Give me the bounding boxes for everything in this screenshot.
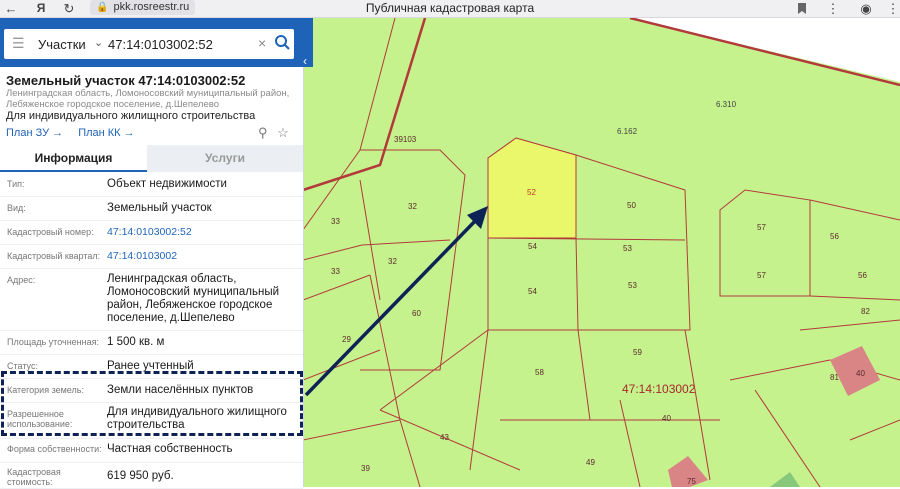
collapse-panel-icon[interactable]: ‹ [303,54,307,68]
field-value: Ленинградская область, Ломоносовский мун… [107,273,280,324]
row-ownership: Форма собственности: Частная собственнос… [0,438,303,463]
field-label: Статус: [7,361,38,371]
field-value: Частная собственность [107,443,233,455]
field-value: Объект недвижимости [107,178,227,190]
star-icon[interactable]: ☆ [277,125,289,140]
highlight-box [1,371,303,436]
parcel-label: 82 [861,307,870,316]
parcel-label: 75 [687,477,696,486]
row-cadnum: Кадастровый номер: 47:14:0103002:52 [0,220,303,245]
plan-kk-link[interactable]: План КК → [78,127,134,139]
parcel-label: 57 [757,271,766,280]
parcel-label: 59 [633,348,642,357]
tabs: Информация Услуги [0,145,303,172]
row-type: Тип: Объект недвижимости [0,172,303,197]
search-type-select[interactable]: Участки [38,37,86,52]
address-bar[interactable]: 🔒 pkk.rosreestr.ru [90,0,196,15]
row-cost: Кадастровая стоимость: 619 950 руб. [0,462,303,489]
parcel-label: 39103 [394,135,417,144]
search-icon[interactable] [274,34,290,52]
search-bar: ☰ Участки ⌄ 47:14:0103002:52 × ‹ [0,18,313,68]
quarter-label: 47:14:103002 [622,382,696,396]
reload-icon[interactable]: ↻ [60,0,78,17]
more-icon-2[interactable]: ⋮ [884,0,900,17]
zone-label: 6.162 [617,127,638,136]
field-label: Вид: [7,203,26,213]
parcel-label: 29 [342,335,351,344]
parcel-title: Земельный участок 47:14:0103002:52 [6,73,246,88]
field-label: Кадастровая стоимость: [7,467,61,487]
url-text: pkk.rosreestr.ru [113,1,190,13]
parcel-label: 58 [535,368,544,377]
parcel-label: 49 [586,458,595,467]
chevron-down-icon[interactable]: ⌄ [94,36,103,49]
more-icon[interactable]: ⋮ [824,0,842,17]
parcel-region: Ленинградская область, Ломоносовский мун… [6,88,290,110]
plan-zu-link[interactable]: План ЗУ → [6,127,63,139]
parcel-label: 56 [830,232,839,241]
parcel-label: 56 [858,271,867,280]
parcel-label: 52 [527,188,536,197]
lock-icon: 🔒 [96,2,109,13]
parcel-label: 43 [440,433,449,442]
field-label: Кадастровый квартал: [7,251,101,261]
field-value: 619 950 руб. [107,470,174,482]
parcel-label: 57 [757,223,766,232]
parcel-label: 40 [662,414,671,423]
parcel-label: 53 [623,244,632,253]
parcel-actions: ⚲ ☆ [258,125,289,141]
parcel-label: 60 [412,309,421,318]
row-area: Площадь уточненная: 1 500 кв. м [0,330,303,355]
parcel-label: 32 [408,202,417,211]
parcel-label: 81 [830,373,839,382]
bookmark-icon[interactable] [797,2,807,15]
parcel-label: 50 [627,201,636,210]
menu-icon[interactable]: ☰ [12,35,25,52]
field-label: Форма собственности: [7,444,102,454]
cadastral-map[interactable]: 52 50 54 53 54 53 33 32 33 32 60 29 59 5… [303,18,900,487]
field-label: Площадь уточненная: [7,337,99,347]
yandex-icon[interactable]: Я [32,0,50,17]
parcel-label: 54 [528,287,537,296]
field-label: Кадастровый номер: [7,227,94,237]
parcel-label: 53 [628,281,637,290]
parcel-purpose: Для индивидуального жилищного строительс… [6,110,256,122]
browser-toolbar: ← Я ↻ 🔒 pkk.rosreestr.ru Публичная кадаст… [0,0,900,18]
field-label: Тип: [7,179,25,189]
cadnum-link[interactable]: 47:14:0103002:52 [107,226,299,239]
close-icon[interactable]: × [258,35,266,51]
parcel-label: 32 [388,257,397,266]
tab-info[interactable]: Информация [0,145,147,172]
parcel-label: 40 [856,369,865,378]
search-box: ☰ Участки ⌄ 47:14:0103002:52 × [4,29,294,59]
plan-links: План ЗУ → План КК → [6,127,147,139]
search-input[interactable]: 47:14:0103002:52 [108,37,213,52]
back-icon[interactable]: ← [2,0,20,17]
parcel-label: 33 [331,267,340,276]
row-quarter: Кадастровый квартал: 47:14:0103002 [0,244,303,269]
row-kind: Вид: Земельный участок [0,196,303,221]
quarter-link[interactable]: 47:14:0103002 [107,250,299,263]
parcel-label: 39 [361,464,370,473]
parcel-label: 33 [331,217,340,226]
parcel-label: 54 [528,242,537,251]
row-address: Адрес: Ленинградская область, Ломоносовс… [0,268,303,331]
zone-label: 6.310 [716,100,737,109]
field-label: Адрес: [7,275,36,285]
zoom-to-icon[interactable]: ⚲ [258,125,268,140]
profile-icon[interactable]: ◉ [857,0,875,17]
field-value: Земельный участок [107,202,212,214]
tab-services[interactable]: Услуги [147,145,303,172]
field-value: 1 500 кв. м [107,336,165,348]
